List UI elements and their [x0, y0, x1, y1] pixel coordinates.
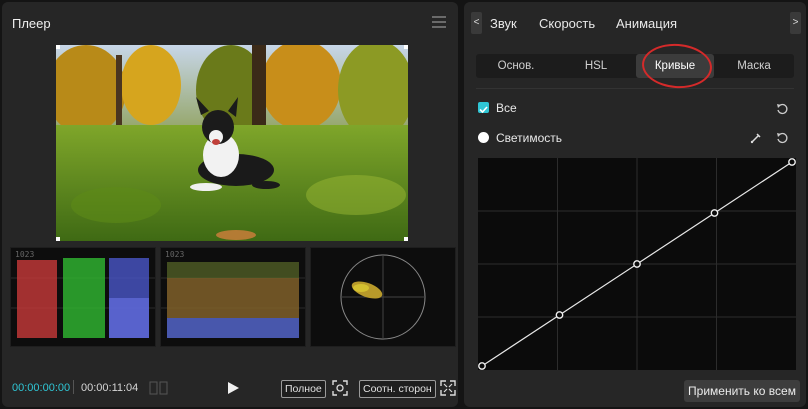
- player-panel: Плеер 1023 1023 00:00:00:00 00:00:11:04 …: [2, 2, 458, 407]
- tabs-scroll-left[interactable]: <: [471, 12, 482, 34]
- tab-sound[interactable]: Звук: [490, 16, 517, 31]
- tabs-scroll-right[interactable]: >: [790, 12, 801, 34]
- crop-handle[interactable]: [56, 237, 60, 241]
- vectorscope: [310, 247, 456, 347]
- current-timecode: 00:00:00:00: [12, 382, 71, 394]
- curve-editor[interactable]: [478, 158, 796, 370]
- fullscreen-icon[interactable]: [440, 380, 456, 396]
- crop-handle[interactable]: [56, 45, 60, 49]
- rgb-parade-graph: [11, 258, 155, 338]
- subtab-basic[interactable]: Основ.: [476, 54, 556, 78]
- adjustment-subtabs: Основ. HSL Кривые Маска: [476, 54, 794, 78]
- reset-icon[interactable]: [776, 102, 788, 115]
- inspector-panel: < Звук Скорость Анимация > Основ. HSL Кр…: [464, 2, 806, 407]
- reset-icon[interactable]: [776, 131, 788, 144]
- luma-channel-radio[interactable]: [478, 132, 489, 143]
- tab-animation[interactable]: Анимация: [616, 16, 677, 31]
- aspect-ratio-button[interactable]: Соотн. сторон: [359, 380, 436, 398]
- player-title: Плеер: [12, 16, 51, 31]
- fit-screen-icon[interactable]: [332, 380, 348, 396]
- all-checkbox[interactable]: [478, 102, 489, 114]
- play-button[interactable]: [226, 381, 240, 395]
- curve-control-point[interactable]: [633, 260, 641, 268]
- scope-scale-label: 1023: [15, 250, 35, 259]
- waveform-graph: [161, 262, 305, 338]
- curve-control-point[interactable]: [478, 362, 486, 370]
- curve-control-point[interactable]: [555, 311, 564, 319]
- video-preview[interactable]: [56, 45, 408, 241]
- curve-control-point[interactable]: [710, 209, 719, 217]
- full-button[interactable]: Полное: [281, 380, 326, 398]
- play-icon: [228, 382, 239, 394]
- curve-graph[interactable]: [478, 158, 796, 370]
- waveform-scope: 1023: [160, 247, 306, 347]
- vectorscope-graph: [340, 254, 426, 340]
- curve-control-point[interactable]: [788, 158, 796, 166]
- apply-to-all-button[interactable]: Применить ко всем: [684, 380, 800, 402]
- eyedropper-icon[interactable]: [750, 131, 762, 144]
- menu-icon[interactable]: [432, 16, 446, 28]
- crop-handle[interactable]: [404, 45, 408, 49]
- timecode-divider: [73, 380, 74, 394]
- total-duration: 00:00:11:04: [81, 382, 139, 394]
- crop-handle[interactable]: [404, 237, 408, 241]
- subtab-mask[interactable]: Маска: [714, 54, 794, 78]
- rgb-parade-scope: 1023: [10, 247, 156, 347]
- grid-icon[interactable]: [149, 381, 169, 395]
- preview-image: [56, 45, 408, 241]
- divider: [476, 88, 794, 89]
- all-label: Все: [496, 101, 517, 115]
- scope-scale-label: 1023: [165, 250, 185, 259]
- subtab-hsl[interactable]: HSL: [556, 54, 636, 78]
- luma-label: Светимость: [496, 131, 563, 145]
- tab-speed[interactable]: Скорость: [539, 16, 595, 31]
